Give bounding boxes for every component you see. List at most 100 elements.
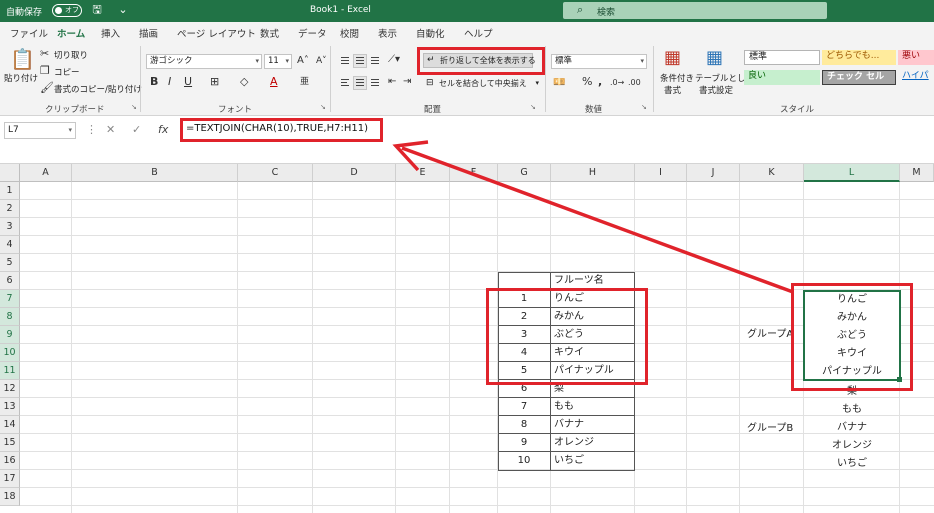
row-header-2[interactable]: 2 [0,200,20,218]
fruit-no-cell[interactable]: 9 [498,434,550,453]
column-header-g[interactable]: G [498,164,551,182]
font-color-icon[interactable]: A [270,76,278,88]
row-header-8[interactable]: 8 [0,308,20,326]
font-name-combo[interactable]: 游ゴシック ▾ [146,54,262,69]
column-header-m[interactable]: M [900,164,934,182]
align-center-icon[interactable] [353,76,367,90]
row-header-5[interactable]: 5 [0,254,20,272]
cell-style-normal[interactable]: 標準 [744,50,820,65]
number-format-combo[interactable]: 標準 ▾ [551,54,647,69]
row-header-9[interactable]: 9 [0,326,20,344]
column-header-b[interactable]: B [72,164,238,182]
phonetic-icon[interactable]: 亜 [300,76,309,88]
copy-button[interactable]: コピー [54,66,80,78]
row-header-17[interactable]: 17 [0,470,20,488]
borders-icon[interactable]: ⊞ [210,76,219,88]
column-header-c[interactable]: C [238,164,313,182]
conditional-format-icon[interactable]: ▦ [664,48,681,68]
underline-icon[interactable]: U [184,76,192,88]
align-middle-icon[interactable] [353,54,367,68]
row-header-1[interactable]: 1 [0,182,20,200]
cancel-icon[interactable]: ✕ [106,123,115,136]
decrease-decimal-icon[interactable]: .00 [628,77,641,89]
cell-style-check-cell[interactable]: チェック セル [822,70,896,85]
conditional-format-label[interactable]: 条件付き [660,72,694,84]
decrease-indent-icon[interactable]: ⇤ [388,76,396,88]
fruit-name-cell[interactable]: もも [554,398,574,417]
align-bottom-icon[interactable] [368,54,382,68]
row-header-14[interactable]: 14 [0,416,20,434]
row-header-15[interactable]: 15 [0,434,20,452]
increase-indent-icon[interactable]: ⇥ [403,76,411,88]
tab-file[interactable]: ファイル [10,26,48,40]
bold-icon[interactable]: B [150,76,158,88]
number-dialog-launcher-icon[interactable]: ↘ [641,103,647,111]
tab-home[interactable]: ホーム [57,26,86,45]
customize-quick-access-icon[interactable]: ⌄ [116,3,130,17]
fruit-name-cell[interactable]: バナナ [554,416,584,435]
paste-icon[interactable]: 📋 [10,48,35,70]
orientation-icon[interactable]: ⟋▾ [388,54,400,66]
percent-style-icon[interactable]: % [582,76,592,88]
fruit-no-cell[interactable]: 7 [498,398,550,417]
align-top-icon[interactable] [338,54,352,68]
column-header-e[interactable]: E [396,164,450,182]
tab-data[interactable]: データ [298,26,327,40]
tab-formulas[interactable]: 数式 [260,26,279,40]
fruit-no-cell[interactable]: 10 [498,452,550,471]
increase-decimal-icon[interactable]: .0→ [610,77,624,89]
font-dialog-launcher-icon[interactable]: ↘ [320,103,326,111]
group-a-label[interactable]: グループA [747,326,793,345]
row-header-6[interactable]: 6 [0,272,20,290]
cut-icon[interactable]: ✂ [40,48,49,60]
tab-help[interactable]: ヘルプ [464,26,493,40]
autosave-toggle[interactable]: オフ [52,4,82,17]
paste-button[interactable]: 貼り付け [4,72,38,84]
accounting-format-icon[interactable]: 💴 [553,77,565,89]
cut-button[interactable]: 切り取り [54,49,88,61]
row-header-12[interactable]: 12 [0,380,20,398]
name-box[interactable]: L7 ▾ [4,122,76,139]
column-header-a[interactable]: A [20,164,72,182]
align-left-icon[interactable] [338,76,352,90]
cell-style-neutral[interactable]: どちらでも... [822,50,896,65]
row-header-13[interactable]: 13 [0,398,20,416]
tab-draw[interactable]: 描画 [139,26,158,40]
tab-view[interactable]: 表示 [378,26,397,40]
row-header-18[interactable]: 18 [0,488,20,506]
row-header-10[interactable]: 10 [0,344,20,362]
column-header-k[interactable]: K [740,164,804,182]
column-header-l[interactable]: L [804,164,900,182]
fruit-name-cell[interactable]: オレンジ [554,434,594,453]
format-painter-icon[interactable]: 🖌 [40,82,54,94]
row-header-7[interactable]: 7 [0,290,20,308]
fill-color-icon[interactable]: ◇ [240,76,248,88]
column-header-h[interactable]: H [551,164,635,182]
font-size-combo[interactable]: 11 ▾ [264,54,292,69]
format-as-table-icon[interactable]: ▦ [706,48,723,68]
cell-style-hyperlink[interactable]: ハイパ [898,70,934,85]
tab-review[interactable]: 校閲 [340,26,359,40]
save-icon[interactable]: 🖫 [90,3,104,17]
row-header-16[interactable]: 16 [0,452,20,470]
conditional-format-label-2[interactable]: 書式 [664,84,681,96]
italic-icon[interactable]: I [168,76,171,88]
cell-style-bad[interactable]: 悪い [898,50,934,65]
tab-page-layout[interactable]: ページ レイアウト [177,26,256,40]
column-header-j[interactable]: J [687,164,740,182]
alignment-dialog-launcher-icon[interactable]: ↘ [530,103,536,111]
enter-icon[interactable]: ✓ [132,123,141,136]
row-header-3[interactable]: 3 [0,218,20,236]
decrease-font-icon[interactable]: A˅ [316,55,327,67]
row-header-11[interactable]: 11 [0,362,20,380]
clipboard-dialog-launcher-icon[interactable]: ↘ [131,103,137,111]
tab-insert[interactable]: 挿入 [101,26,120,40]
copy-icon[interactable]: ❐ [40,65,50,77]
merge-center-button[interactable]: ⊟ セルを結合して中央揃え ▾ [423,77,541,91]
fruit-no-cell[interactable]: 8 [498,416,550,435]
comma-style-icon[interactable]: , [598,76,602,88]
fruit-name-cell[interactable]: いちご [554,452,584,471]
search-box[interactable]: ⌕ 検索 [563,2,827,19]
insert-function-icon[interactable]: fx [158,123,168,136]
column-header-f[interactable]: F [450,164,498,182]
